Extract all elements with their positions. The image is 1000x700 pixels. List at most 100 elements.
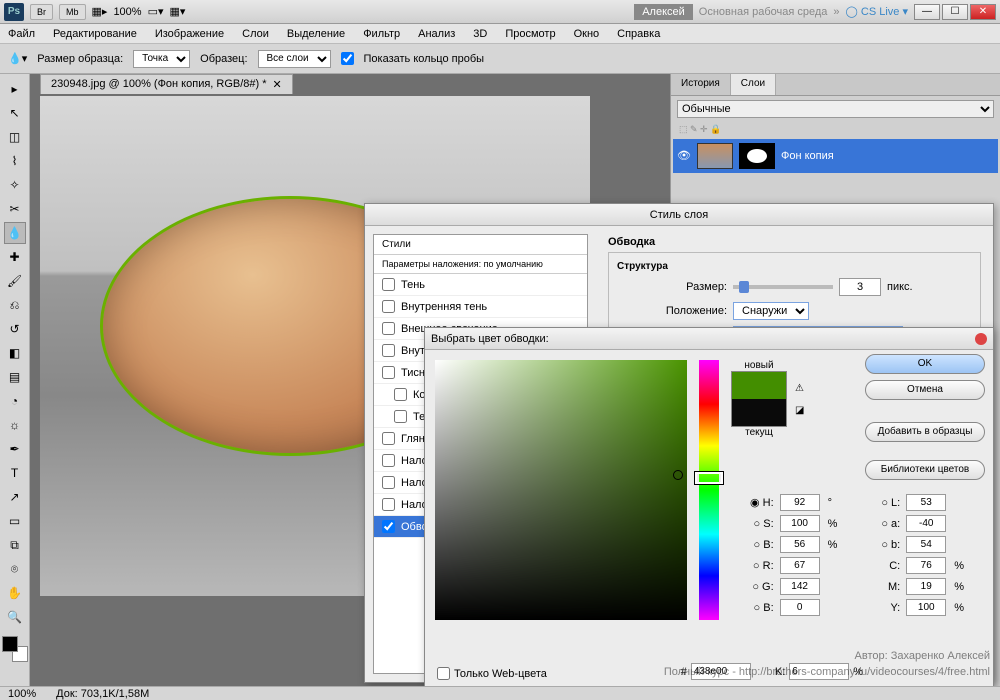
eraser-tool[interactable]: ◧ [4, 342, 26, 364]
menu-filter[interactable]: Фильтр [363, 28, 400, 40]
sample-size-select[interactable]: Точка [133, 50, 190, 68]
color-field[interactable] [435, 360, 687, 620]
b-radio[interactable]: ○ B: [754, 539, 774, 551]
g-radio[interactable]: ○ G: [752, 581, 773, 593]
shape-tool[interactable]: ▭ [4, 510, 26, 532]
bb-input[interactable] [780, 599, 820, 616]
menu-image[interactable]: Изображение [155, 28, 224, 40]
blur-tool[interactable]: ◔ [4, 390, 26, 412]
sample-src-select[interactable]: Все слои [258, 50, 331, 68]
menu-edit[interactable]: Редактирование [53, 28, 137, 40]
zoom-level[interactable]: 100% [113, 6, 141, 18]
camera-tool[interactable]: ⌾ [4, 558, 26, 580]
eyedropper-tool[interactable]: 💧 [4, 222, 26, 244]
show-ring-checkbox[interactable] [341, 52, 354, 65]
sample-size-label: Размер образца: [37, 53, 123, 65]
l-radio[interactable]: ○ L: [881, 497, 900, 509]
tab-close-icon[interactable]: ✕ [273, 78, 282, 91]
history-brush-tool[interactable]: ↺ [4, 318, 26, 340]
minimize-button[interactable]: — [914, 4, 940, 20]
grid-icon[interactable]: ▦▾ [170, 5, 186, 18]
close-button[interactable]: ✕ [970, 4, 996, 20]
g-input[interactable] [780, 578, 820, 595]
pen-tool[interactable]: ✒ [4, 438, 26, 460]
cancel-button[interactable]: Отмена [865, 380, 985, 400]
maximize-button[interactable]: ☐ [942, 4, 968, 20]
menu-select[interactable]: Выделение [287, 28, 345, 40]
h-radio[interactable]: ◉ H: [750, 496, 774, 509]
y-input[interactable] [906, 599, 946, 616]
a-radio[interactable]: ○ a: [881, 518, 900, 530]
layer-row[interactable]: 👁 Фон копия [673, 139, 998, 173]
crop-tool[interactable]: ✂ [4, 198, 26, 220]
stamp-tool[interactable]: ⎌ [4, 294, 26, 316]
color-wells[interactable] [2, 636, 28, 662]
view-icon[interactable]: ▭▾ [148, 5, 164, 18]
move-tool[interactable]: ↖ [4, 102, 26, 124]
layer-mask-thumbnail[interactable] [739, 143, 775, 169]
menu-help[interactable]: Справка [617, 28, 660, 40]
styles-header[interactable]: Стили [374, 235, 587, 255]
k-input[interactable] [789, 663, 849, 680]
lasso-tool[interactable]: ⌇ [4, 150, 26, 172]
style-inner-shadow[interactable]: Внутренняя тень [374, 296, 587, 318]
hand-tool[interactable]: ✋ [4, 582, 26, 604]
a-input[interactable] [906, 515, 946, 532]
heal-tool[interactable]: ✚ [4, 246, 26, 268]
hex-input[interactable] [691, 663, 751, 680]
layer-thumbnail[interactable] [697, 143, 733, 169]
lab-b-radio[interactable]: ○ b: [881, 539, 900, 551]
dodge-tool[interactable]: ☼ [4, 414, 26, 436]
r-input[interactable] [780, 557, 820, 574]
path-tool[interactable]: ↗ [4, 486, 26, 508]
s-input[interactable] [780, 515, 820, 532]
visibility-icon[interactable]: 👁 [677, 149, 691, 163]
ok-button[interactable]: OK [865, 354, 985, 374]
menu-layers[interactable]: Слои [242, 28, 269, 40]
bridge-button[interactable]: Br [30, 4, 53, 20]
menu-window[interactable]: Окно [574, 28, 600, 40]
size-slider[interactable] [733, 285, 833, 289]
m-input[interactable] [906, 578, 946, 595]
tab-layers[interactable]: Слои [731, 74, 776, 95]
c-input[interactable] [906, 557, 946, 574]
color-cursor [673, 470, 683, 480]
r-radio[interactable]: ○ R: [753, 560, 774, 572]
blend-options[interactable]: Параметры наложения: по умолчанию [374, 255, 587, 274]
bval-input[interactable] [780, 536, 820, 553]
collapse-icon[interactable]: ▸ [4, 78, 26, 100]
status-zoom[interactable]: 100% [8, 688, 36, 700]
menu-3d[interactable]: 3D [473, 28, 487, 40]
minibridge-button[interactable]: Mb [59, 4, 86, 20]
style-shadow[interactable]: Тень [374, 274, 587, 296]
color-libs-button[interactable]: Библиотеки цветов [865, 460, 985, 480]
workspace-selector[interactable]: Основная рабочая среда [699, 6, 828, 18]
eyedropper-icon[interactable]: 💧▾ [8, 52, 27, 65]
add-swatch-button[interactable]: Добавить в образцы [865, 422, 985, 442]
s-radio[interactable]: ○ S: [754, 518, 774, 530]
close-icon[interactable] [975, 333, 987, 345]
web-only-checkbox[interactable] [437, 667, 450, 680]
size-input[interactable] [839, 278, 881, 296]
bb-radio[interactable]: ○ B: [754, 602, 774, 614]
position-select[interactable]: Снаружи [733, 302, 809, 320]
lab-b-input[interactable] [906, 536, 946, 553]
l-input[interactable] [906, 494, 946, 511]
3d-tool[interactable]: ⧉ [4, 534, 26, 556]
h-input[interactable] [780, 494, 820, 511]
menu-file[interactable]: Файл [8, 28, 35, 40]
blend-mode-select[interactable]: Обычные [677, 100, 994, 118]
menu-view[interactable]: Просмотр [505, 28, 555, 40]
filmstrip-icon[interactable]: ▦▸ [92, 5, 108, 18]
type-tool[interactable]: T [4, 462, 26, 484]
hue-slider[interactable] [699, 360, 719, 620]
menu-analysis[interactable]: Анализ [418, 28, 455, 40]
zoom-tool[interactable]: 🔍 [4, 606, 26, 628]
tab-history[interactable]: История [671, 74, 731, 95]
gradient-tool[interactable]: ▤ [4, 366, 26, 388]
wand-tool[interactable]: ✧ [4, 174, 26, 196]
cslive-button[interactable]: ◯ CS Live ▾ [846, 5, 908, 18]
brush-tool[interactable]: 🖌 [4, 270, 26, 292]
marquee-tool[interactable]: ◫ [4, 126, 26, 148]
document-tab[interactable]: 230948.jpg @ 100% (Фон копия, RGB/8#) *✕ [40, 74, 293, 94]
